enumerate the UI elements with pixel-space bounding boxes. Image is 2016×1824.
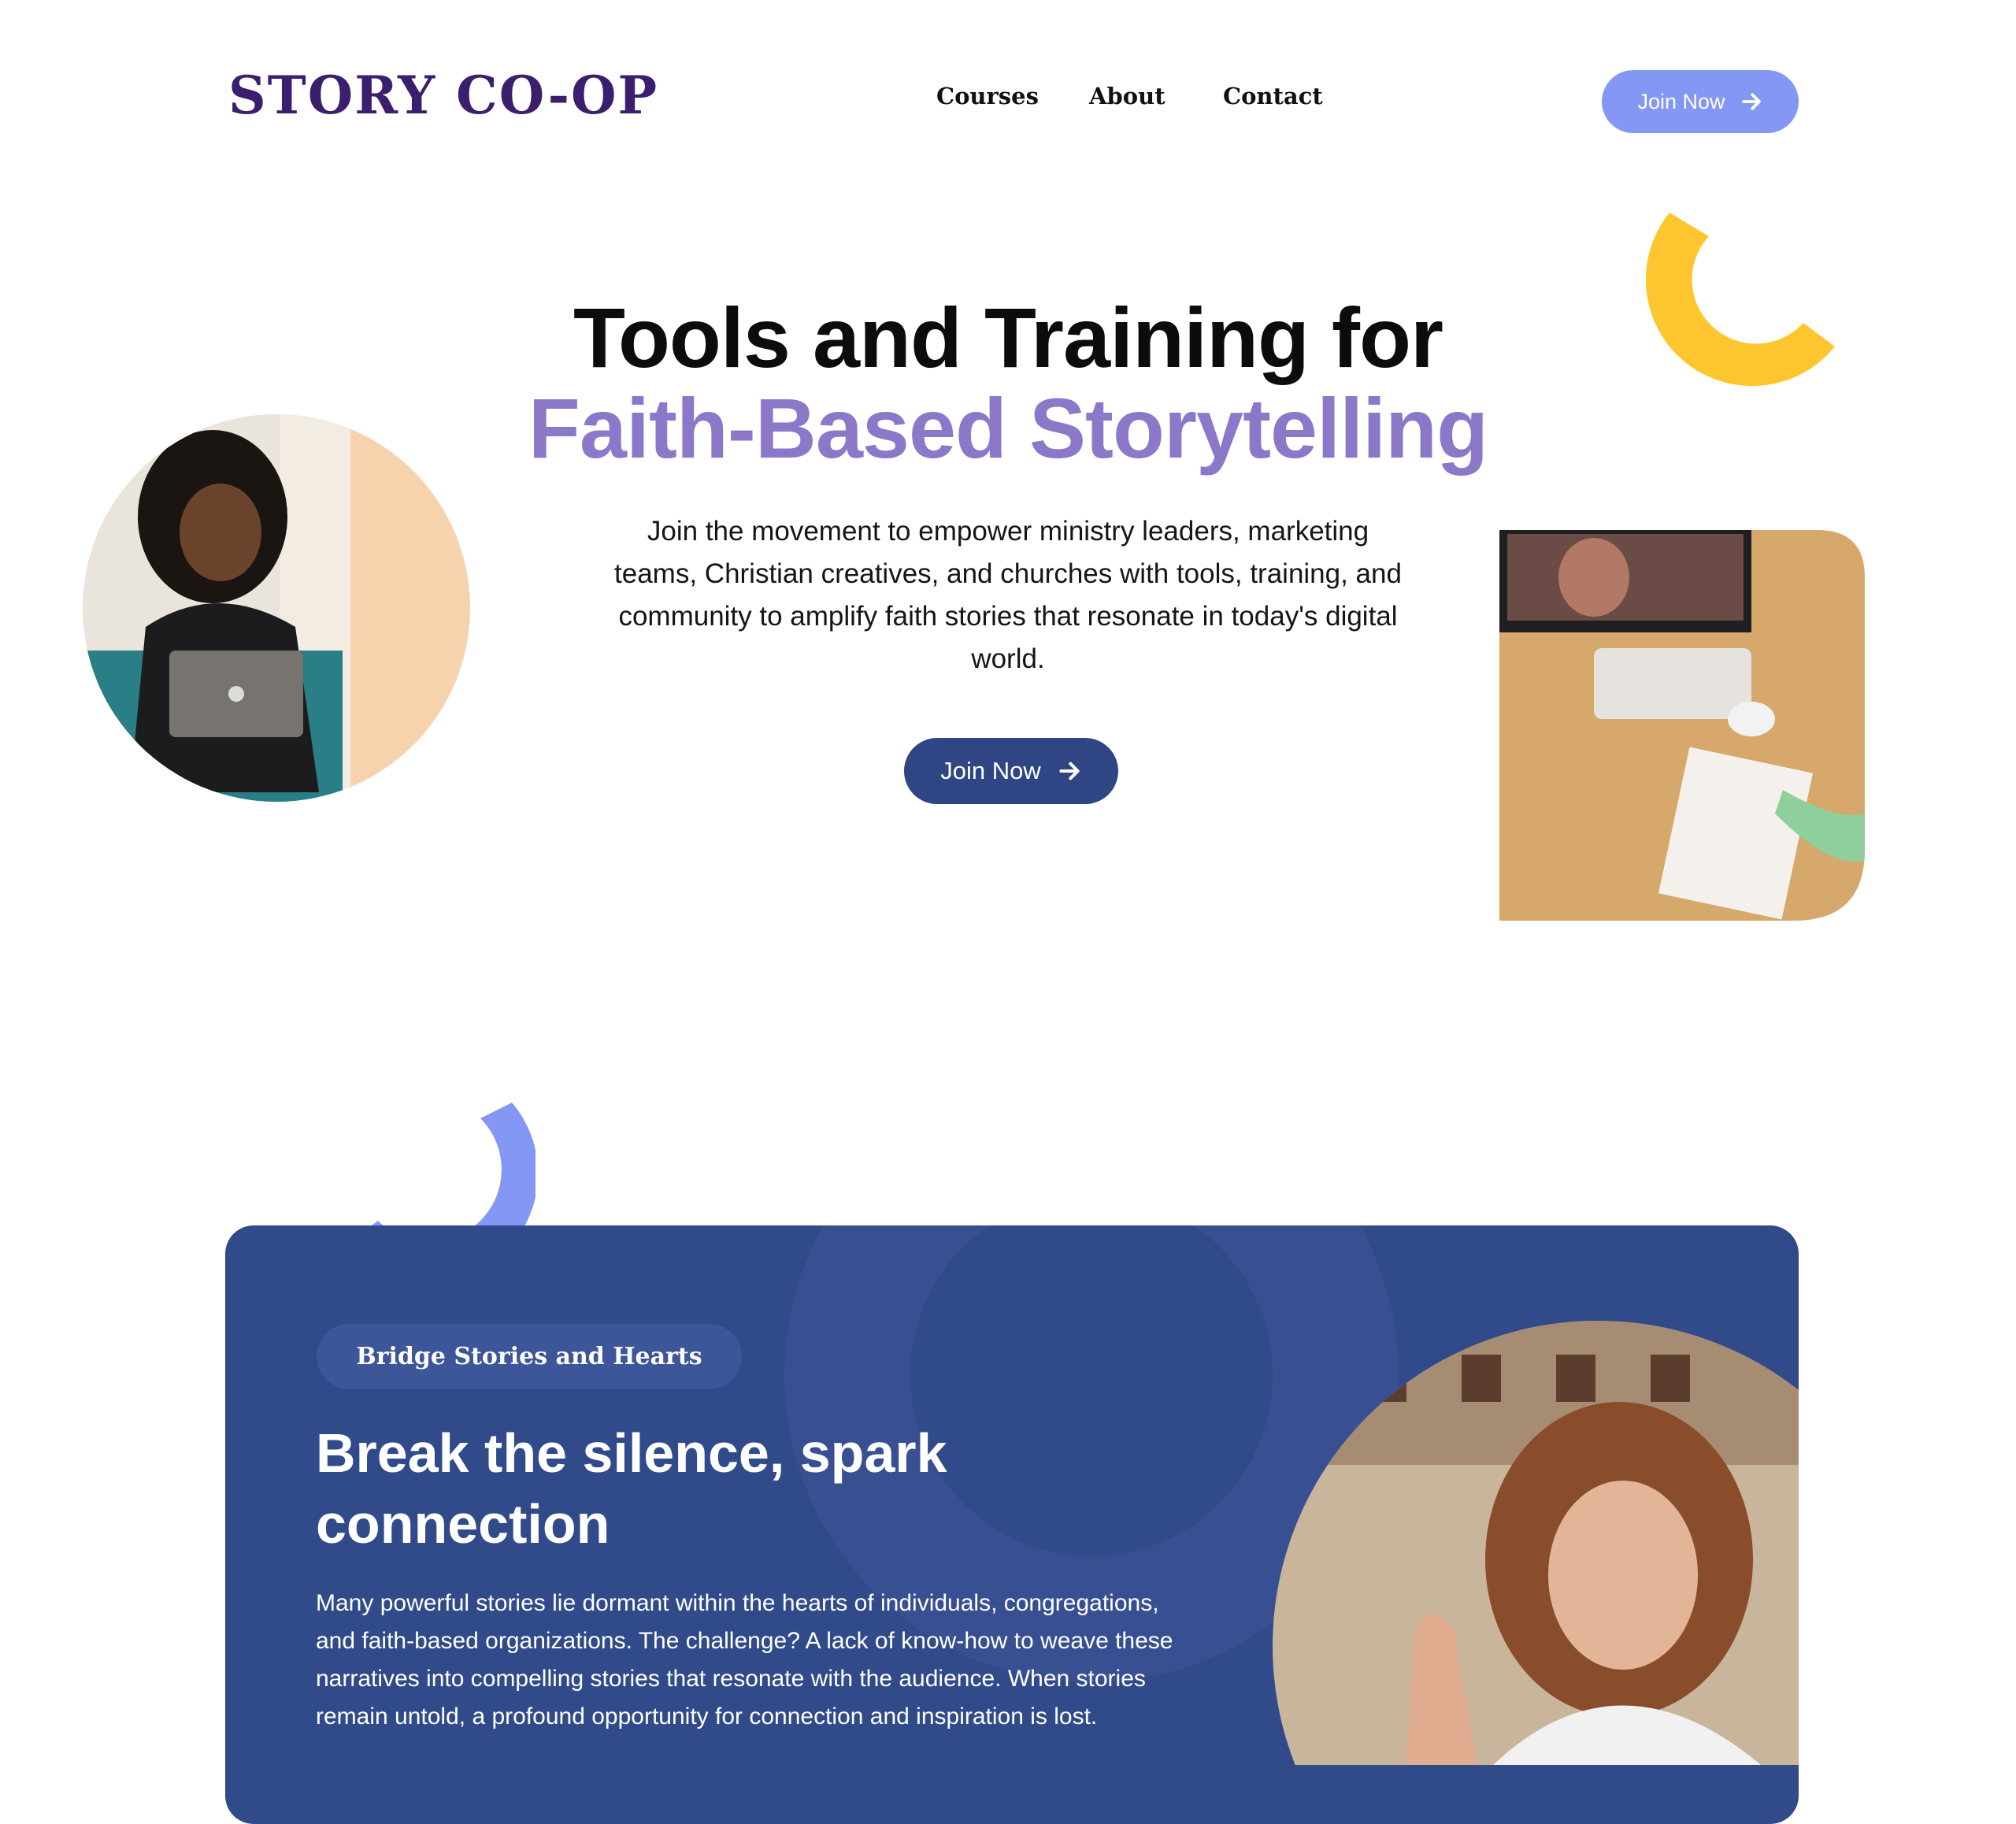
desk-video-call-photo xyxy=(1499,530,1865,921)
hero-join-button[interactable]: Join Now xyxy=(904,738,1118,804)
nav-about[interactable]: About xyxy=(1089,85,1166,108)
header-join-button[interactable]: Join Now xyxy=(1602,70,1799,133)
woman-waving-photo xyxy=(1273,1321,1799,1765)
woman-with-laptop-photo xyxy=(83,414,470,802)
arrow-right-icon xyxy=(1059,762,1080,780)
feature-title: Break the silence, spark connection xyxy=(316,1422,947,1555)
header-join-label: Join Now xyxy=(1637,89,1725,113)
site-logo[interactable]: STORY CO-OP xyxy=(228,69,658,121)
nav-courses[interactable]: Courses xyxy=(936,85,1039,108)
feature-body: Many powerful stories lie dormant within… xyxy=(316,1590,1173,1729)
hero-description: Join the movement to empower ministry le… xyxy=(614,516,1402,674)
arrow-right-icon xyxy=(1741,93,1761,110)
nav-contact[interactable]: Contact xyxy=(1223,85,1323,108)
section-tag: Bridge Stories and Hearts xyxy=(317,1324,742,1389)
hero-title-line1: Tools and Training for xyxy=(573,290,1443,385)
hero-join-label: Join Now xyxy=(940,757,1041,784)
